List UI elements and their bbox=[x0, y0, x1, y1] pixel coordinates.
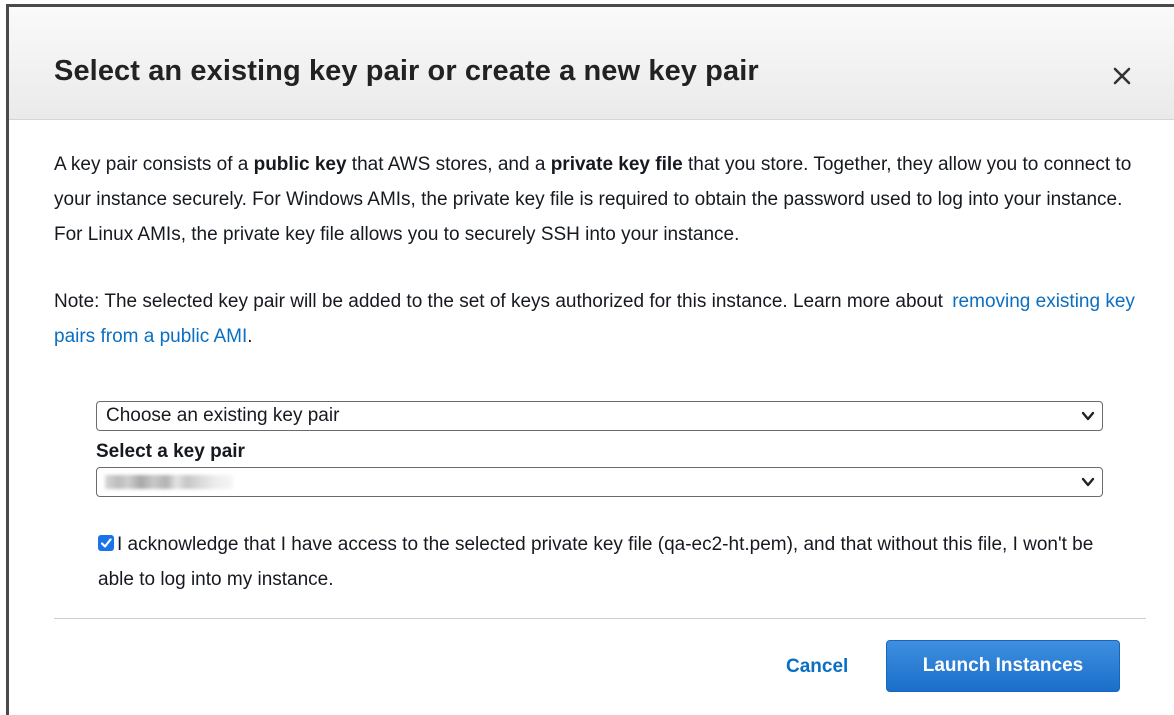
description-bold-private-key-file: private key file bbox=[550, 154, 683, 175]
select-key-pair-label: Select a key pair bbox=[96, 441, 245, 462]
dialog-header: Select an existing key pair or create a … bbox=[9, 7, 1174, 120]
note-text: Note: The selected key pair will be adde… bbox=[54, 284, 1144, 354]
acknowledge-text: I acknowledge that I have access to the … bbox=[98, 534, 1094, 590]
cancel-button[interactable]: Cancel bbox=[786, 656, 848, 678]
description-bold-public-key: public key bbox=[253, 154, 347, 175]
close-icon[interactable] bbox=[1108, 62, 1136, 90]
key-pair-select[interactable] bbox=[96, 467, 1103, 497]
chevron-down-icon bbox=[1081, 477, 1095, 487]
key-pair-dialog: Select an existing key pair or create a … bbox=[6, 4, 1174, 715]
acknowledge-row: I acknowledge that I have access to the … bbox=[98, 527, 1108, 597]
checkmark-icon bbox=[100, 538, 112, 548]
key-pair-option-value: Choose an existing key pair bbox=[106, 405, 340, 426]
description-part2: that AWS stores, and a bbox=[346, 154, 551, 175]
description-part1: A key pair consists of a bbox=[54, 154, 254, 175]
key-pair-option-select[interactable]: Choose an existing key pair bbox=[96, 401, 1103, 431]
chevron-down-icon bbox=[1081, 411, 1095, 421]
description-text: A key pair consists of a public key that… bbox=[54, 147, 1144, 252]
dialog-title: Select an existing key pair or create a … bbox=[54, 55, 759, 87]
acknowledge-checkbox[interactable] bbox=[98, 535, 114, 551]
redacted-key-pair-name bbox=[105, 475, 233, 489]
launch-instances-button[interactable]: Launch Instances bbox=[886, 640, 1120, 692]
note-suffix: . bbox=[247, 326, 253, 347]
dialog-body: A key pair consists of a public key that… bbox=[54, 147, 1144, 354]
footer-divider bbox=[54, 618, 1146, 619]
note-body: Note: The selected key pair will be adde… bbox=[54, 291, 943, 312]
